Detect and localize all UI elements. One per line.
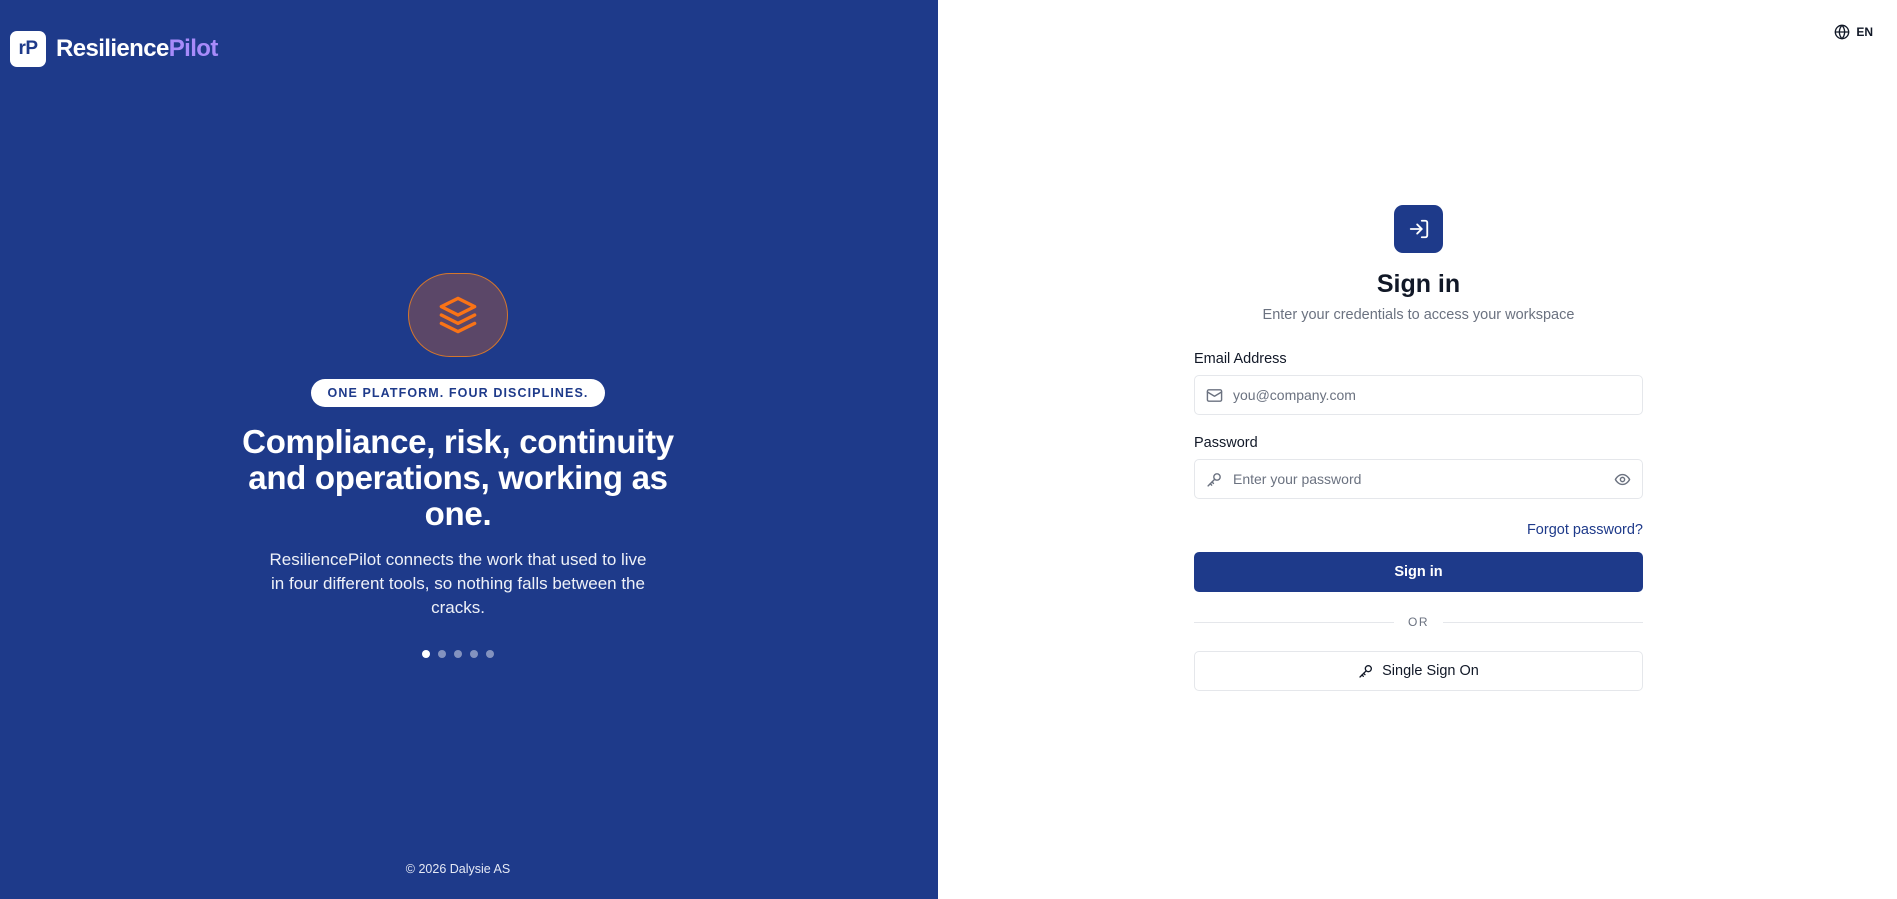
sso-button[interactable]: Single Sign On [1194, 651, 1643, 691]
brand-name-primary: Resilience [56, 35, 169, 62]
divider-line [1443, 621, 1643, 623]
email-placeholder: you@company.com [1233, 387, 1356, 403]
forgot-password-link[interactable]: Forgot password? [1527, 522, 1643, 538]
sso-label: Single Sign On [1382, 663, 1479, 679]
carousel-dot[interactable] [422, 650, 430, 658]
globe-icon [1834, 24, 1850, 40]
layers-icon [408, 273, 508, 357]
mail-icon [1206, 388, 1223, 402]
hero-panel: rP ResiliencePilot ONE PLATFORM. FOUR DI… [0, 0, 938, 899]
key-icon [1207, 472, 1221, 487]
page-subtitle: Enter your credentials to access your wo… [1262, 307, 1575, 323]
hero-description: ResiliencePilot connects the work that u… [269, 550, 647, 617]
divider-line [1194, 621, 1394, 623]
key-icon [1359, 665, 1373, 678]
carousel-dots [422, 650, 494, 658]
page-title: Sign in [1376, 270, 1461, 298]
password-field[interactable]: Enter your password [1194, 459, 1643, 499]
or-divider: OR [1194, 615, 1643, 629]
carousel-dot[interactable] [486, 650, 494, 658]
language-switcher[interactable]: EN [1834, 24, 1873, 40]
copyright: © 2026 Dalysie AS [405, 862, 511, 876]
email-label: Email Address [1194, 351, 1287, 367]
carousel-dot[interactable] [438, 650, 446, 658]
password-placeholder: Enter your password [1233, 471, 1362, 487]
language-code: EN [1856, 25, 1873, 39]
sign-in-icon [1394, 205, 1443, 253]
signin-panel: EN Sign in Enter your credentials to acc… [938, 0, 1897, 899]
email-field[interactable]: you@company.com [1194, 375, 1643, 415]
signin-form: Sign in Enter your credentials to access… [1194, 205, 1643, 691]
carousel-dot[interactable] [454, 650, 462, 658]
brand-name: ResiliencePilot [56, 35, 218, 63]
hero-slide: ONE PLATFORM. FOUR DISCIPLINES. Complian… [0, 273, 916, 658]
brand-logo: rP [10, 31, 46, 67]
eye-icon[interactable] [1614, 471, 1631, 488]
brand-name-accent: Pilot [168, 35, 219, 62]
password-label: Password [1194, 435, 1258, 451]
carousel-dot[interactable] [470, 650, 478, 658]
divider-label: OR [1408, 615, 1429, 629]
brand[interactable]: rP ResiliencePilot [10, 31, 218, 67]
hero-badge: ONE PLATFORM. FOUR DISCIPLINES. [310, 379, 606, 407]
hero-title: Compliance, risk, continuity and operati… [242, 423, 674, 532]
sign-in-button[interactable]: Sign in [1194, 552, 1643, 592]
